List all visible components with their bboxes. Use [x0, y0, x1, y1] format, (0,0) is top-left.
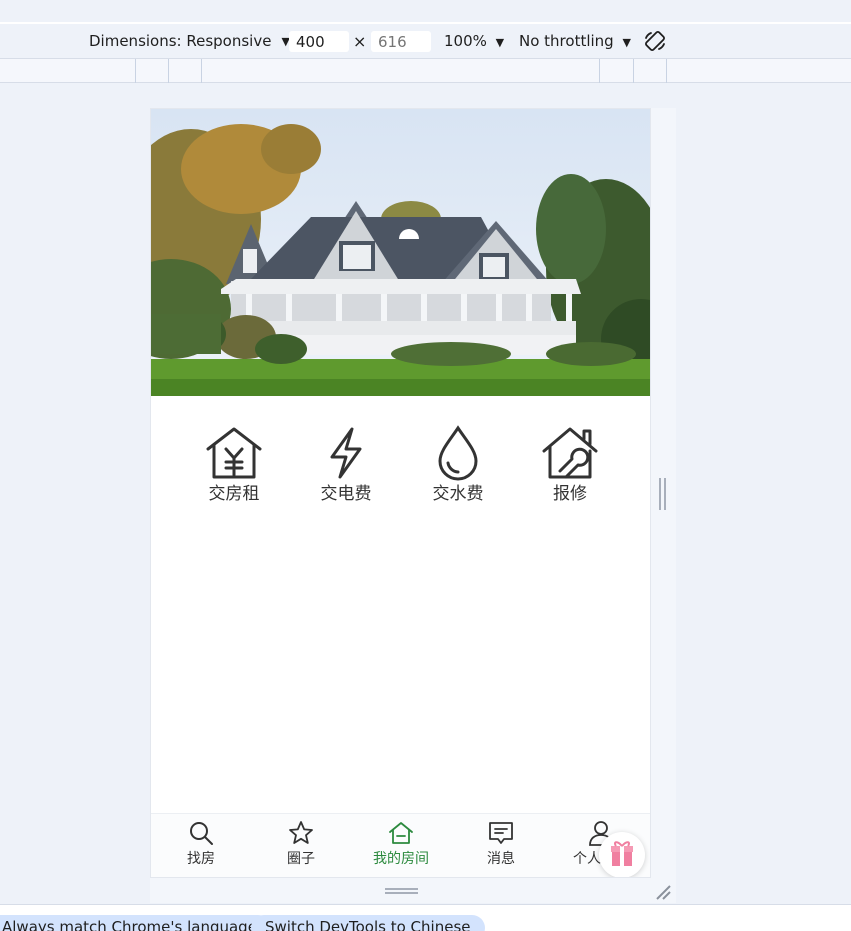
devtools-top-strip: [0, 0, 851, 24]
star-icon: [289, 821, 313, 844]
devtools-language-bar: Always match Chrome's language Switch De…: [0, 904, 851, 931]
chevron-down-icon: ▼: [622, 36, 631, 49]
ruler-tick: [168, 59, 169, 83]
ruler-tick: [201, 59, 202, 83]
service-repair[interactable]: 报修: [525, 425, 615, 504]
times-symbol: ×: [353, 32, 367, 51]
tab-find-house[interactable]: 找房: [151, 820, 251, 868]
service-pay-electricity[interactable]: 交电费: [301, 425, 391, 504]
tab-label: 我的房间: [373, 851, 429, 867]
media-query-ruler: [0, 59, 851, 83]
switch-devtools-chinese-button[interactable]: Switch DevTools to Chinese: [251, 915, 485, 931]
height-input[interactable]: [371, 31, 431, 52]
width-input[interactable]: [289, 31, 349, 52]
service-pay-rent[interactable]: 交房租: [189, 425, 279, 504]
device-toolbar: Dimensions: Responsive ▼ × 100% ▼ No thr…: [0, 24, 851, 59]
zoom-label: 100%: [444, 32, 487, 50]
ruler-tick: [599, 59, 600, 83]
ruler-tick: [633, 59, 634, 83]
service-label: 报修: [553, 484, 587, 504]
throttling-label: No throttling: [519, 32, 614, 50]
width-resize-handle[interactable]: [659, 478, 666, 510]
service-label: 交电费: [320, 484, 372, 504]
gift-floating-button[interactable]: [599, 832, 645, 877]
bottom-tab-bar: 找房 圈子 我的房间 消息: [151, 813, 650, 877]
service-label: 交房租: [208, 484, 260, 504]
service-grid: 交房租 交电费 交水费 报修: [151, 425, 650, 515]
ruler-tick: [666, 59, 667, 83]
service-pay-water[interactable]: 交水费: [413, 425, 503, 504]
ruler-tick: [135, 59, 136, 83]
search-icon: [190, 822, 213, 845]
chevron-down-icon: ▼: [495, 36, 505, 49]
rotate-icon[interactable]: [643, 29, 667, 53]
tab-circle[interactable]: 圈子: [251, 820, 351, 868]
gift-icon: [611, 841, 633, 866]
height-resize-handle[interactable]: [385, 888, 418, 894]
tab-label: 找房: [187, 851, 215, 867]
house-yen-icon: [206, 427, 262, 479]
house-wrench-icon: [542, 427, 598, 479]
water-drop-icon: [438, 425, 478, 481]
match-language-button[interactable]: Always match Chrome's language: [0, 915, 271, 931]
device-viewport: 交房租 交电费 交水费 报修 找房 圈子 我的房间 消息: [150, 108, 651, 878]
house-photo: [151, 109, 650, 396]
message-icon: [489, 822, 513, 844]
home-icon: [389, 822, 413, 844]
tab-my-room[interactable]: 我的房间: [351, 820, 451, 868]
zoom-dropdown[interactable]: 100% ▼: [444, 32, 504, 50]
dimensions-dropdown[interactable]: Dimensions: Responsive ▼: [89, 32, 290, 50]
corner-resize-handle[interactable]: [654, 883, 671, 900]
tab-label: 消息: [487, 851, 515, 867]
lightning-icon: [330, 427, 362, 479]
tab-label: 圈子: [287, 851, 315, 867]
throttling-dropdown[interactable]: No throttling ▼: [519, 32, 631, 50]
service-label: 交水费: [432, 484, 484, 504]
dimensions-label: Dimensions: Responsive: [89, 32, 272, 50]
tab-messages[interactable]: 消息: [451, 820, 551, 868]
